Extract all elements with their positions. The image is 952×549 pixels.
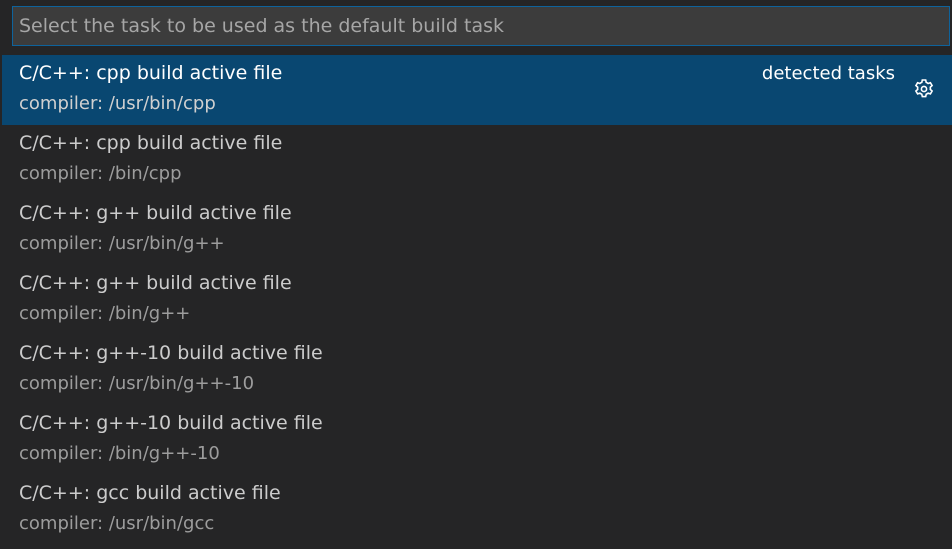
task-list: C/C++: cpp build active file compiler: /…	[0, 55, 952, 545]
task-list-item[interactable]: C/C++: gcc build active file compiler: /…	[2, 475, 952, 545]
task-list-item[interactable]: C/C++: cpp build active file compiler: /…	[2, 125, 952, 195]
task-label: C/C++: g++-10 build active file	[19, 342, 323, 364]
gear-icon[interactable]	[912, 77, 936, 101]
task-detail: compiler: /usr/bin/g++-10	[19, 373, 255, 394]
task-list-item[interactable]: C/C++: cpp build active file compiler: /…	[2, 55, 952, 125]
task-label: C/C++: g++ build active file	[19, 272, 292, 294]
task-search-input[interactable]	[13, 7, 949, 45]
task-detail: compiler: /bin/g++	[19, 303, 191, 324]
task-label: C/C++: cpp build active file	[19, 132, 283, 154]
task-list-item[interactable]: C/C++: g++-10 build active file compiler…	[2, 405, 952, 475]
task-list-item[interactable]: C/C++: g++-10 build active file compiler…	[2, 335, 952, 405]
quick-pick-widget: C/C++: cpp build active file compiler: /…	[0, 0, 952, 549]
task-detail: compiler: /bin/g++-10	[19, 443, 220, 464]
task-detail: compiler: /usr/bin/g++	[19, 233, 225, 254]
task-label: C/C++: g++-10 build active file	[19, 412, 323, 434]
task-detail: compiler: /usr/bin/cpp	[19, 93, 216, 114]
task-label: C/C++: g++ build active file	[19, 202, 292, 224]
task-list-item[interactable]: C/C++: g++ build active file compiler: /…	[2, 195, 952, 265]
task-label: C/C++: gcc build active file	[19, 482, 281, 504]
task-detail: compiler: /usr/bin/gcc	[19, 513, 215, 534]
quick-pick-input-box[interactable]	[12, 6, 950, 46]
task-label: C/C++: cpp build active file	[19, 62, 283, 84]
task-detail: compiler: /bin/cpp	[19, 163, 182, 184]
task-list-item[interactable]: C/C++: g++ build active file compiler: /…	[2, 265, 952, 335]
task-source-tag: detected tasks	[761, 63, 895, 84]
